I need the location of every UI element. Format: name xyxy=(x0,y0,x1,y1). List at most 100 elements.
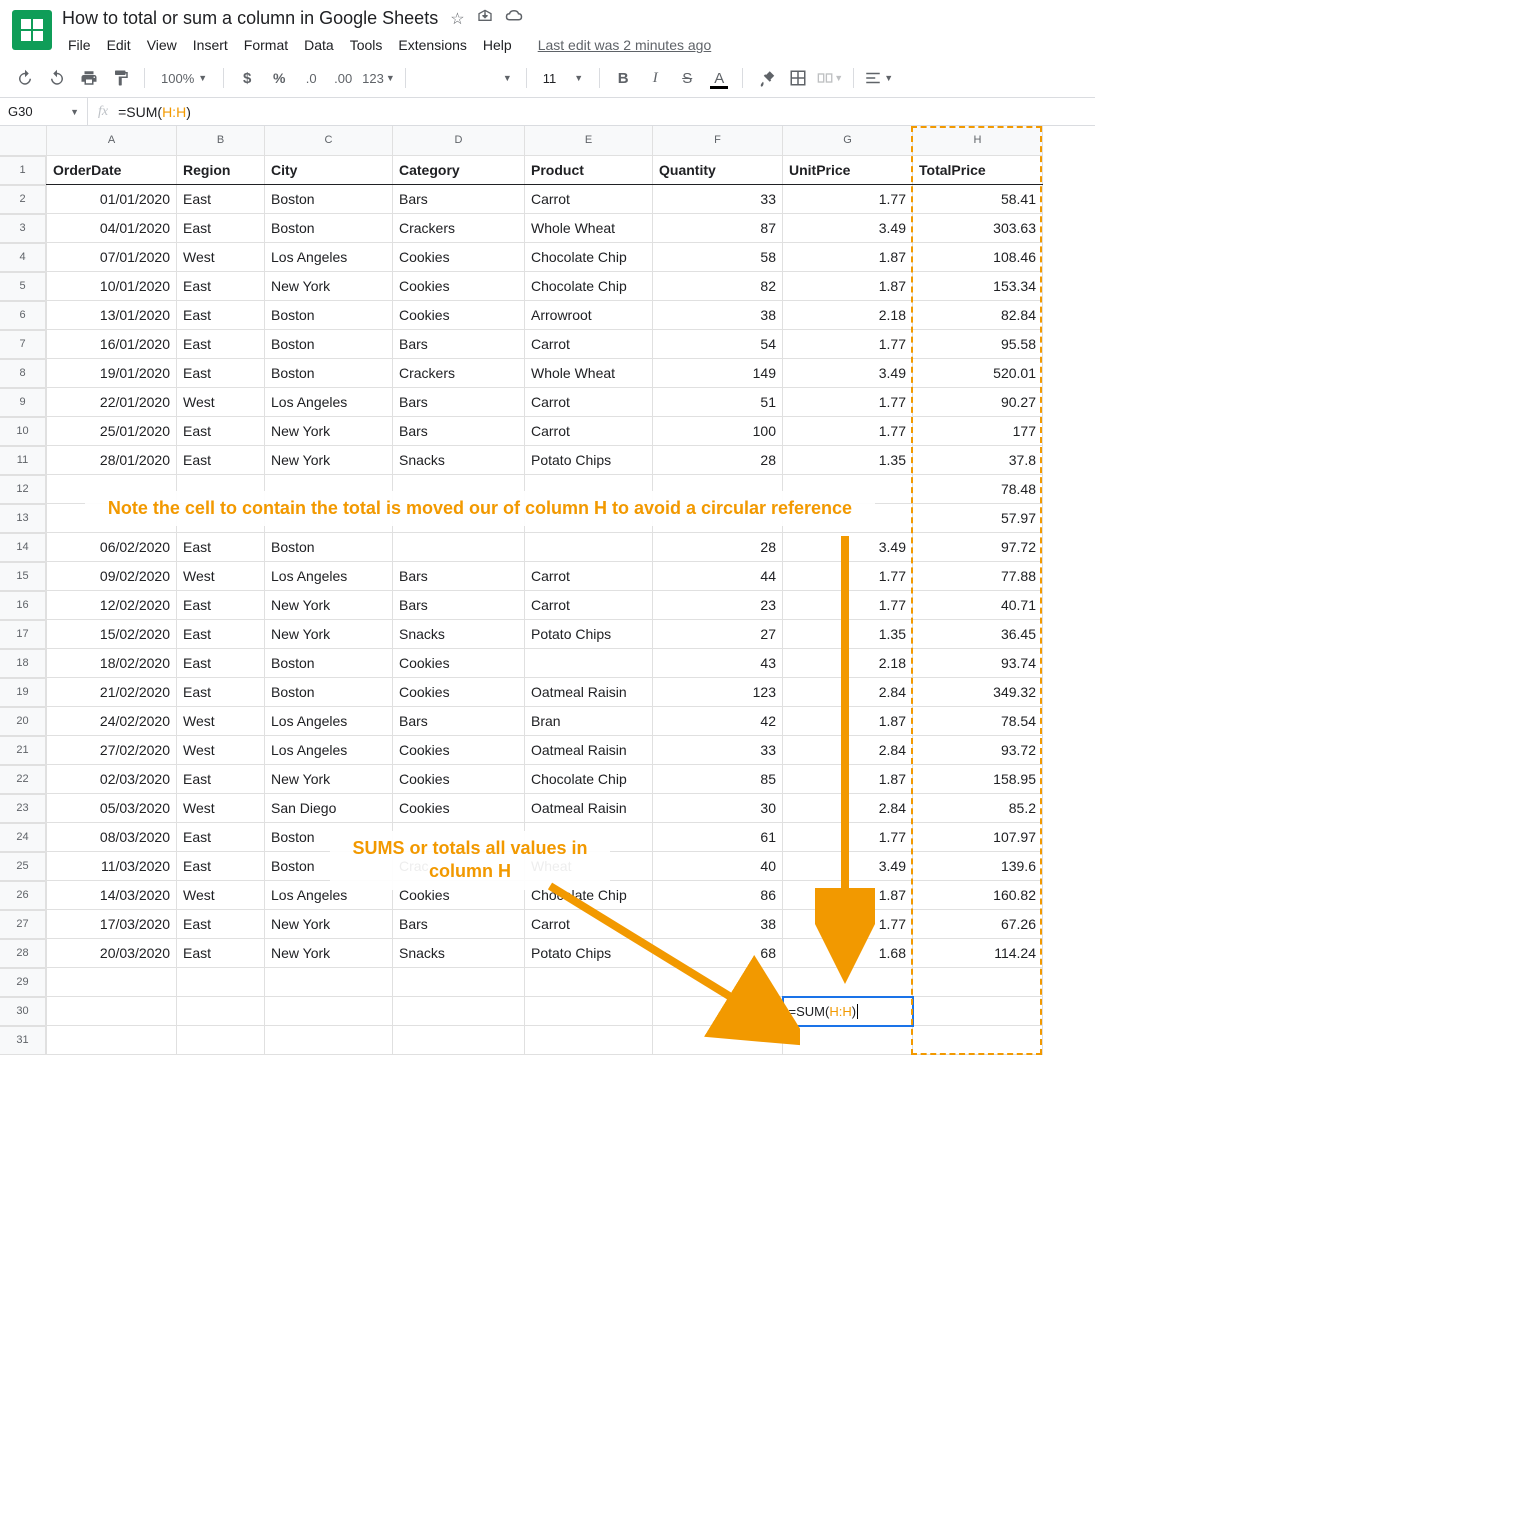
active-cell[interactable]: =SUM(H:H) xyxy=(783,997,913,1026)
cell[interactable]: New York xyxy=(265,620,393,649)
cell[interactable]: Bars xyxy=(393,330,525,359)
row-header[interactable]: 18 xyxy=(0,649,46,678)
row-header[interactable]: 14 xyxy=(0,533,46,562)
cell[interactable]: Boston xyxy=(265,678,393,707)
row-header[interactable]: 28 xyxy=(0,939,46,968)
cell[interactable]: East xyxy=(177,330,265,359)
cell[interactable]: 97.72 xyxy=(913,533,1043,562)
cell[interactable]: Carrot xyxy=(525,417,653,446)
cell[interactable]: 85 xyxy=(653,765,783,794)
row-header[interactable]: 22 xyxy=(0,765,46,794)
cell[interactable]: 123 xyxy=(653,678,783,707)
cell[interactable]: Bars xyxy=(393,591,525,620)
cell[interactable]: East xyxy=(177,823,265,852)
cell[interactable]: Bars xyxy=(393,910,525,939)
cell[interactable]: 114.24 xyxy=(913,939,1043,968)
cell[interactable]: 82.84 xyxy=(913,301,1043,330)
print-icon[interactable] xyxy=(76,65,102,91)
cell[interactable]: 139.6 xyxy=(913,852,1043,881)
cell[interactable]: Wheat xyxy=(525,852,653,881)
cell[interactable]: 1.77 xyxy=(783,591,913,620)
cell[interactable]: Bars xyxy=(393,562,525,591)
cell[interactable]: East xyxy=(177,591,265,620)
cell[interactable] xyxy=(393,997,525,1026)
merge-cells-icon[interactable]: ▼ xyxy=(817,65,843,91)
cell[interactable]: 12/02/2020 xyxy=(47,591,177,620)
row-header[interactable]: 12 xyxy=(0,475,46,504)
cell[interactable]: West xyxy=(177,243,265,272)
cell[interactable]: 33 xyxy=(653,185,783,214)
cell[interactable]: Carrot xyxy=(525,388,653,417)
cell[interactable]: Boston xyxy=(265,185,393,214)
cell[interactable]: West xyxy=(177,707,265,736)
cell[interactable] xyxy=(525,968,653,997)
fill-color-icon[interactable] xyxy=(753,65,779,91)
cell[interactable] xyxy=(783,968,913,997)
strikethrough-icon[interactable]: S xyxy=(674,65,700,91)
cell[interactable]: 43 xyxy=(653,649,783,678)
row-header[interactable]: 15 xyxy=(0,562,46,591)
cell[interactable]: East xyxy=(177,910,265,939)
cell[interactable]: 21/02/2020 xyxy=(47,678,177,707)
cell[interactable] xyxy=(47,968,177,997)
cell[interactable]: Potato Chips xyxy=(525,620,653,649)
row-header[interactable]: 30 xyxy=(0,997,46,1026)
cell[interactable]: Carrot xyxy=(525,330,653,359)
col-header[interactable]: A xyxy=(47,126,177,155)
cell[interactable] xyxy=(913,1026,1043,1055)
cloud-icon[interactable] xyxy=(505,9,523,29)
cell[interactable]: Carrot xyxy=(525,591,653,620)
row-header[interactable]: 31 xyxy=(0,1026,46,1055)
row-header[interactable]: 19 xyxy=(0,678,46,707)
cell[interactable]: 1.77 xyxy=(783,388,913,417)
header-cell[interactable]: UnitPrice xyxy=(783,155,913,185)
cell[interactable]: 28 xyxy=(653,446,783,475)
cell[interactable]: Chocolate Chip xyxy=(525,765,653,794)
cell[interactable]: Boston xyxy=(265,533,393,562)
cell[interactable] xyxy=(653,1026,783,1055)
cell[interactable]: 2.18 xyxy=(783,301,913,330)
cell[interactable] xyxy=(177,968,265,997)
cell[interactable]: 3.49 xyxy=(783,359,913,388)
font-size-select[interactable]: 11▼ xyxy=(537,71,589,86)
paint-format-icon[interactable] xyxy=(108,65,134,91)
cell[interactable]: 28/01/2020 xyxy=(47,446,177,475)
cell[interactable]: 160.82 xyxy=(913,881,1043,910)
cell[interactable] xyxy=(653,475,783,504)
cell[interactable]: 22/01/2020 xyxy=(47,388,177,417)
row-header[interactable]: 13 xyxy=(0,504,46,533)
cell[interactable]: 2.84 xyxy=(783,736,913,765)
cell[interactable]: 54 xyxy=(653,330,783,359)
cell[interactable]: Crackers xyxy=(393,214,525,243)
cell[interactable]: 02/03/2020 xyxy=(47,765,177,794)
star-icon[interactable]: ☆ xyxy=(450,9,464,29)
cell[interactable] xyxy=(525,475,653,504)
cell[interactable] xyxy=(177,475,265,504)
cell[interactable]: West xyxy=(177,881,265,910)
row-header[interactable]: 24 xyxy=(0,823,46,852)
cell[interactable]: 1.68 xyxy=(783,939,913,968)
cell[interactable]: East xyxy=(177,446,265,475)
cell[interactable]: Cookies xyxy=(393,765,525,794)
menu-file[interactable]: File xyxy=(62,33,97,57)
cell[interactable] xyxy=(265,968,393,997)
cell[interactable]: 38 xyxy=(653,301,783,330)
cell[interactable]: Bars xyxy=(393,185,525,214)
cell[interactable]: 78.48 xyxy=(913,475,1043,504)
cell[interactable]: 01/01/2020 xyxy=(47,185,177,214)
cell[interactable]: 1.87 xyxy=(783,881,913,910)
cell[interactable] xyxy=(525,997,653,1026)
cell[interactable]: East xyxy=(177,417,265,446)
cell[interactable]: San Diego xyxy=(265,794,393,823)
cell[interactable]: 3.49 xyxy=(783,214,913,243)
row-header[interactable]: 29 xyxy=(0,968,46,997)
cell[interactable]: Boston xyxy=(265,214,393,243)
cell[interactable]: Carrot xyxy=(525,562,653,591)
cell[interactable]: East xyxy=(177,533,265,562)
cell[interactable]: 2.18 xyxy=(783,649,913,678)
row-header[interactable]: 4 xyxy=(0,243,46,272)
cell[interactable]: Snacks xyxy=(393,446,525,475)
cell[interactable]: Boston xyxy=(265,823,393,852)
cell[interactable]: 44 xyxy=(653,562,783,591)
percent-icon[interactable]: % xyxy=(266,65,292,91)
